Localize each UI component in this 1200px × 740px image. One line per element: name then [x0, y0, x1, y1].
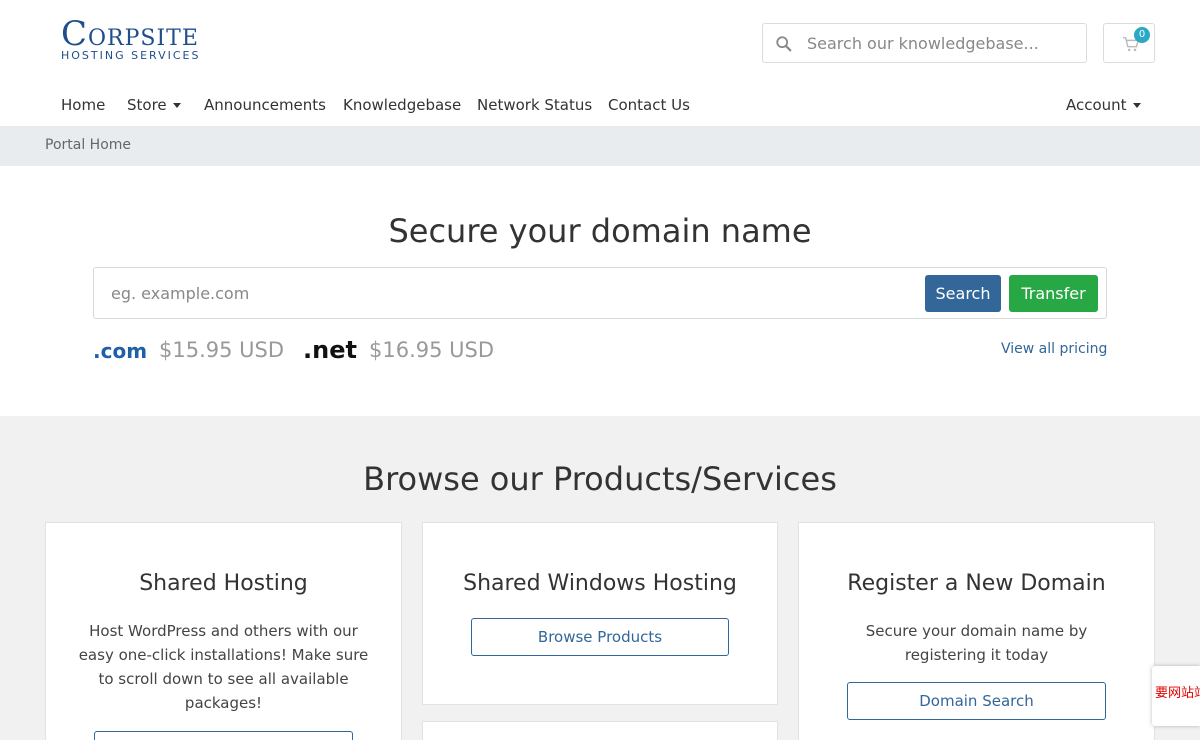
com-logo: .com: [93, 339, 148, 363]
domain-search-button[interactable]: Search: [925, 275, 1001, 312]
product-card-title: Register a New Domain: [847, 571, 1106, 596]
cart-count-badge: 0: [1134, 27, 1150, 43]
nav-store[interactable]: Store: [127, 96, 181, 114]
chevron-down-icon: [1132, 103, 1141, 108]
com-price: $15.95 USD: [159, 338, 285, 362]
search-icon: [776, 36, 792, 52]
nav-account-label: Account: [1066, 96, 1127, 114]
tld-com: .com $15.95 USD: [93, 335, 293, 367]
nav-store-label: Store: [127, 96, 167, 114]
product-card-shared-hosting: Shared Hosting Host WordPress and others…: [45, 522, 402, 740]
main-nav: Home Store Announcements Knowledgebase N…: [0, 86, 1200, 126]
domain-search-box: Search Transfer: [93, 267, 1107, 319]
tld-net: .net $16.95 USD: [303, 335, 503, 367]
view-all-pricing-link[interactable]: View all pricing: [1001, 341, 1107, 357]
domain-section-title: Secure your domain name: [388, 212, 812, 250]
products-section-title: Browse our Products/Services: [363, 460, 837, 498]
captcha-badge[interactable]: 要网站站密钥: [1152, 666, 1200, 726]
nav-home[interactable]: Home: [61, 96, 105, 114]
domain-search-card-button[interactable]: Domain Search: [847, 682, 1106, 720]
logo-tagline: HOSTING SERVICES: [61, 49, 201, 62]
nav-account[interactable]: Account: [1066, 96, 1141, 114]
site-logo[interactable]: CORPSITE HOSTING SERVICES: [61, 17, 201, 66]
domain-transfer-button[interactable]: Transfer: [1009, 275, 1098, 312]
domain-search-input[interactable]: [111, 280, 891, 306]
net-logo: .net: [303, 336, 357, 364]
knowledgebase-search-input[interactable]: [807, 30, 1077, 56]
chevron-down-icon: [172, 103, 181, 108]
site-header: CORPSITE HOSTING SERVICES 0: [0, 0, 1200, 86]
captcha-text: 要网站站密钥: [1155, 686, 1200, 701]
product-card-description: Host WordPress and others with our easy …: [78, 622, 369, 712]
net-price: $16.95 USD: [369, 338, 495, 362]
product-card-title: Shared Windows Hosting: [463, 571, 737, 596]
shared-hosting-browse-button[interactable]: [94, 731, 353, 740]
product-card-shared-windows-hosting: Shared Windows Hosting Browse Products: [422, 522, 778, 705]
knowledgebase-search[interactable]: [762, 23, 1087, 63]
product-card-title: Shared Hosting: [139, 571, 308, 596]
nav-contact-us[interactable]: Contact Us: [608, 96, 690, 114]
nav-knowledgebase[interactable]: Knowledgebase: [343, 96, 461, 114]
products-section: Browse our Products/Services Shared Host…: [0, 416, 1200, 740]
product-card: [422, 721, 778, 740]
product-card-register-domain: Register a New Domain Secure your domain…: [798, 522, 1155, 740]
nav-announcements[interactable]: Announcements: [204, 96, 326, 114]
breadcrumb: Portal Home: [0, 126, 1200, 166]
browse-products-button[interactable]: Browse Products: [471, 618, 729, 656]
nav-network-status[interactable]: Network Status: [477, 96, 592, 114]
cart-button[interactable]: 0: [1103, 23, 1155, 63]
domain-search-section: Secure your domain name Search Transfer …: [0, 166, 1200, 416]
product-card-description: Secure your domain name by registering i…: [865, 622, 1088, 664]
breadcrumb-portal-home[interactable]: Portal Home: [45, 137, 131, 153]
